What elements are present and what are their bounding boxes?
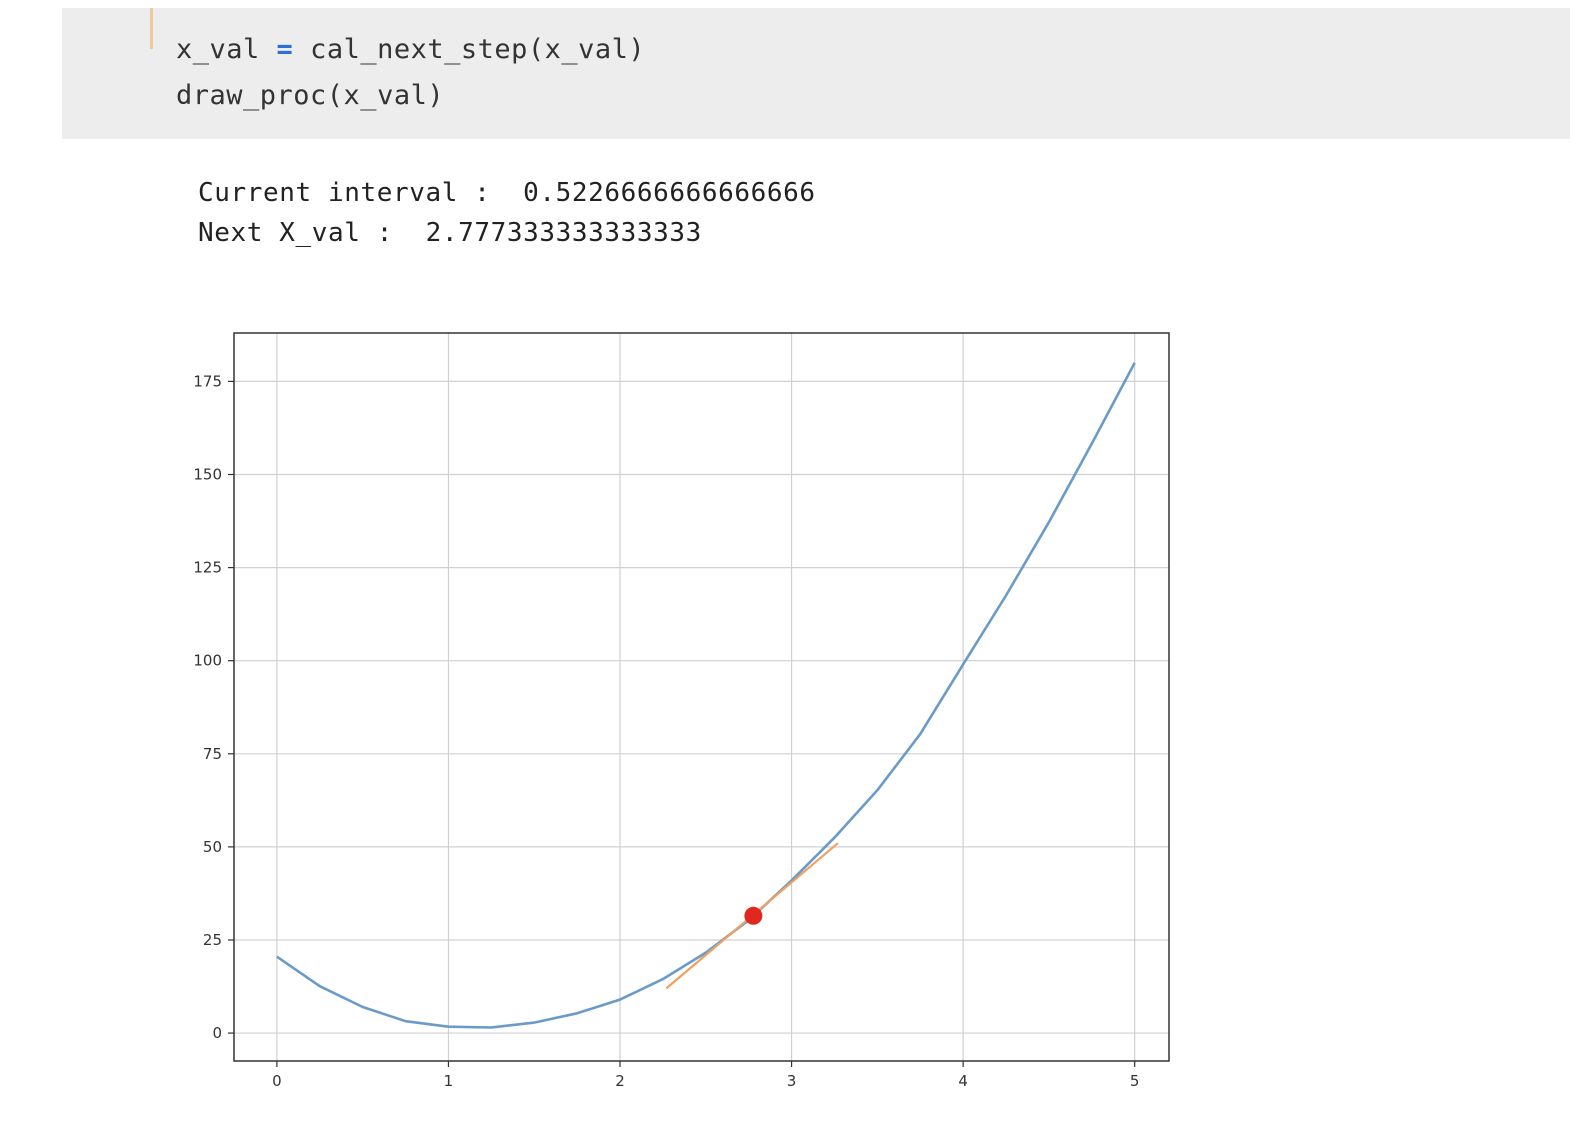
- y-tick-label: 125: [193, 559, 222, 577]
- y-tick-label: 100: [193, 652, 222, 670]
- x-tick-label: 1: [444, 1072, 454, 1090]
- y-tick-label: 50: [203, 838, 222, 856]
- x-tick-label: 4: [958, 1072, 968, 1090]
- y-tick-label: 0: [212, 1024, 222, 1042]
- x-tick-label: 2: [615, 1072, 625, 1090]
- y-tick-label: 175: [193, 372, 222, 390]
- curve-layer: [276, 362, 1136, 1029]
- gradient-descent-chart: 0 1 2 3 4 50255075100125150175: [193, 332, 1170, 1090]
- y-tick-label: 25: [203, 931, 222, 949]
- plot-frame: [233, 332, 1170, 1062]
- x-tick-label: 3: [787, 1072, 797, 1090]
- tick-layer: 0 1 2 3 4 50255075100125150175: [193, 372, 1139, 1090]
- grid: [234, 333, 1169, 1061]
- y-tick-label: 150: [193, 466, 222, 484]
- x-tick-label: 5: [1130, 1072, 1140, 1090]
- current-point-marker: [744, 906, 763, 925]
- function-curve: [276, 362, 1136, 1029]
- x-tick-label: 0: [272, 1072, 282, 1090]
- y-tick-label: 75: [203, 745, 222, 763]
